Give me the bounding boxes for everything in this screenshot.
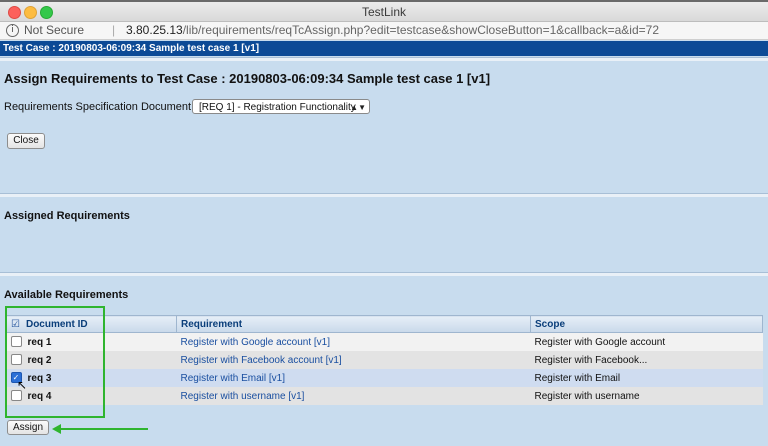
row-checkbox[interactable]	[10, 354, 22, 366]
window-titlebar: TestLink	[0, 2, 768, 22]
scope-cell: Register with Facebook...	[530, 351, 763, 369]
row-checkbox[interactable]	[10, 336, 22, 348]
spec-doc-selected: [REQ 1] - Registration Functionality	[199, 102, 356, 113]
select-all-icon[interactable]: ☑	[11, 319, 20, 330]
table-row: req 2 Register with Facebook account [v1…	[6, 351, 763, 369]
requirement-cell: Register with Facebook account [v1]	[176, 351, 531, 369]
requirement-link[interactable]: Register with Google account [v1]	[181, 337, 331, 348]
requirement-cell: Register with Google account [v1]	[176, 332, 531, 351]
table-row: req 4 Register with username [v1] Regist…	[6, 387, 763, 405]
address-separator: |	[112, 23, 116, 37]
mouse-pointer-icon: ↖	[17, 378, 28, 392]
window-title: TestLink	[361, 5, 407, 19]
panel-divider	[0, 272, 768, 276]
arrow-shaft	[60, 428, 148, 430]
requirement-cell: Register with Email [v1]	[176, 369, 531, 387]
panel-divider	[0, 57, 768, 61]
doc-id-cell: req 2	[6, 351, 177, 369]
scope-cell: Register with Google account	[530, 332, 763, 351]
security-indicator: Not Secure	[24, 23, 85, 37]
panel-divider	[0, 193, 768, 197]
requirement-link[interactable]: Register with username [v1]	[181, 391, 305, 402]
table-header-row: ☑ Document ID Requirement Scope	[6, 315, 763, 333]
row-checkbox[interactable]	[10, 390, 22, 402]
spec-doc-select[interactable]: [REQ 1] - Registration Functionality ▲▼	[192, 99, 370, 114]
scope-cell: Register with Email	[530, 369, 763, 387]
requirement-link[interactable]: Register with Facebook account [v1]	[181, 355, 342, 366]
address-bar[interactable]: i Not Secure | 3.80.25.13/lib/requiremen…	[0, 22, 768, 40]
url-path: /lib/requirements/reqTcAssign.php?edit=t…	[182, 23, 660, 37]
assigned-heading: Assigned Requirements	[4, 210, 130, 222]
url-host: 3.80.25.13	[126, 23, 183, 37]
testcase-header-bar: Test Case : 20190803-06:09:34 Sample tes…	[0, 41, 768, 56]
select-arrows-icon: ▲▼	[350, 103, 366, 112]
close-button[interactable]: Close	[7, 133, 45, 149]
scope-cell: Register with username	[530, 387, 763, 405]
assign-button[interactable]: Assign	[7, 420, 49, 435]
url-text[interactable]: 3.80.25.13/lib/requirements/reqTcAssign.…	[126, 22, 659, 39]
table-row: req 1 Register with Google account [v1] …	[6, 332, 763, 351]
doc-id-header[interactable]: ☑ Document ID	[6, 315, 177, 333]
table-row: ✓ req 3 Register with Email [v1] Register…	[6, 369, 763, 387]
doc-id-cell: req 4	[6, 387, 177, 405]
assign-heading: Assign Requirements to Test Case : 20190…	[4, 71, 491, 86]
scope-header[interactable]: Scope	[530, 315, 763, 333]
requirement-cell: Register with username [v1]	[176, 387, 531, 405]
requirement-header[interactable]: Requirement	[176, 315, 531, 333]
doc-id-cell: req 1	[6, 332, 177, 351]
requirement-link[interactable]: Register with Email [v1]	[181, 373, 285, 384]
info-icon[interactable]: i	[6, 24, 19, 37]
spec-doc-label: Requirements Specification Document	[4, 101, 192, 113]
doc-id-cell: ✓ req 3	[6, 369, 177, 387]
available-requirements-table: ☑ Document ID Requirement Scope req 1 Reg…	[6, 315, 763, 405]
available-heading: Available Requirements	[4, 289, 129, 301]
